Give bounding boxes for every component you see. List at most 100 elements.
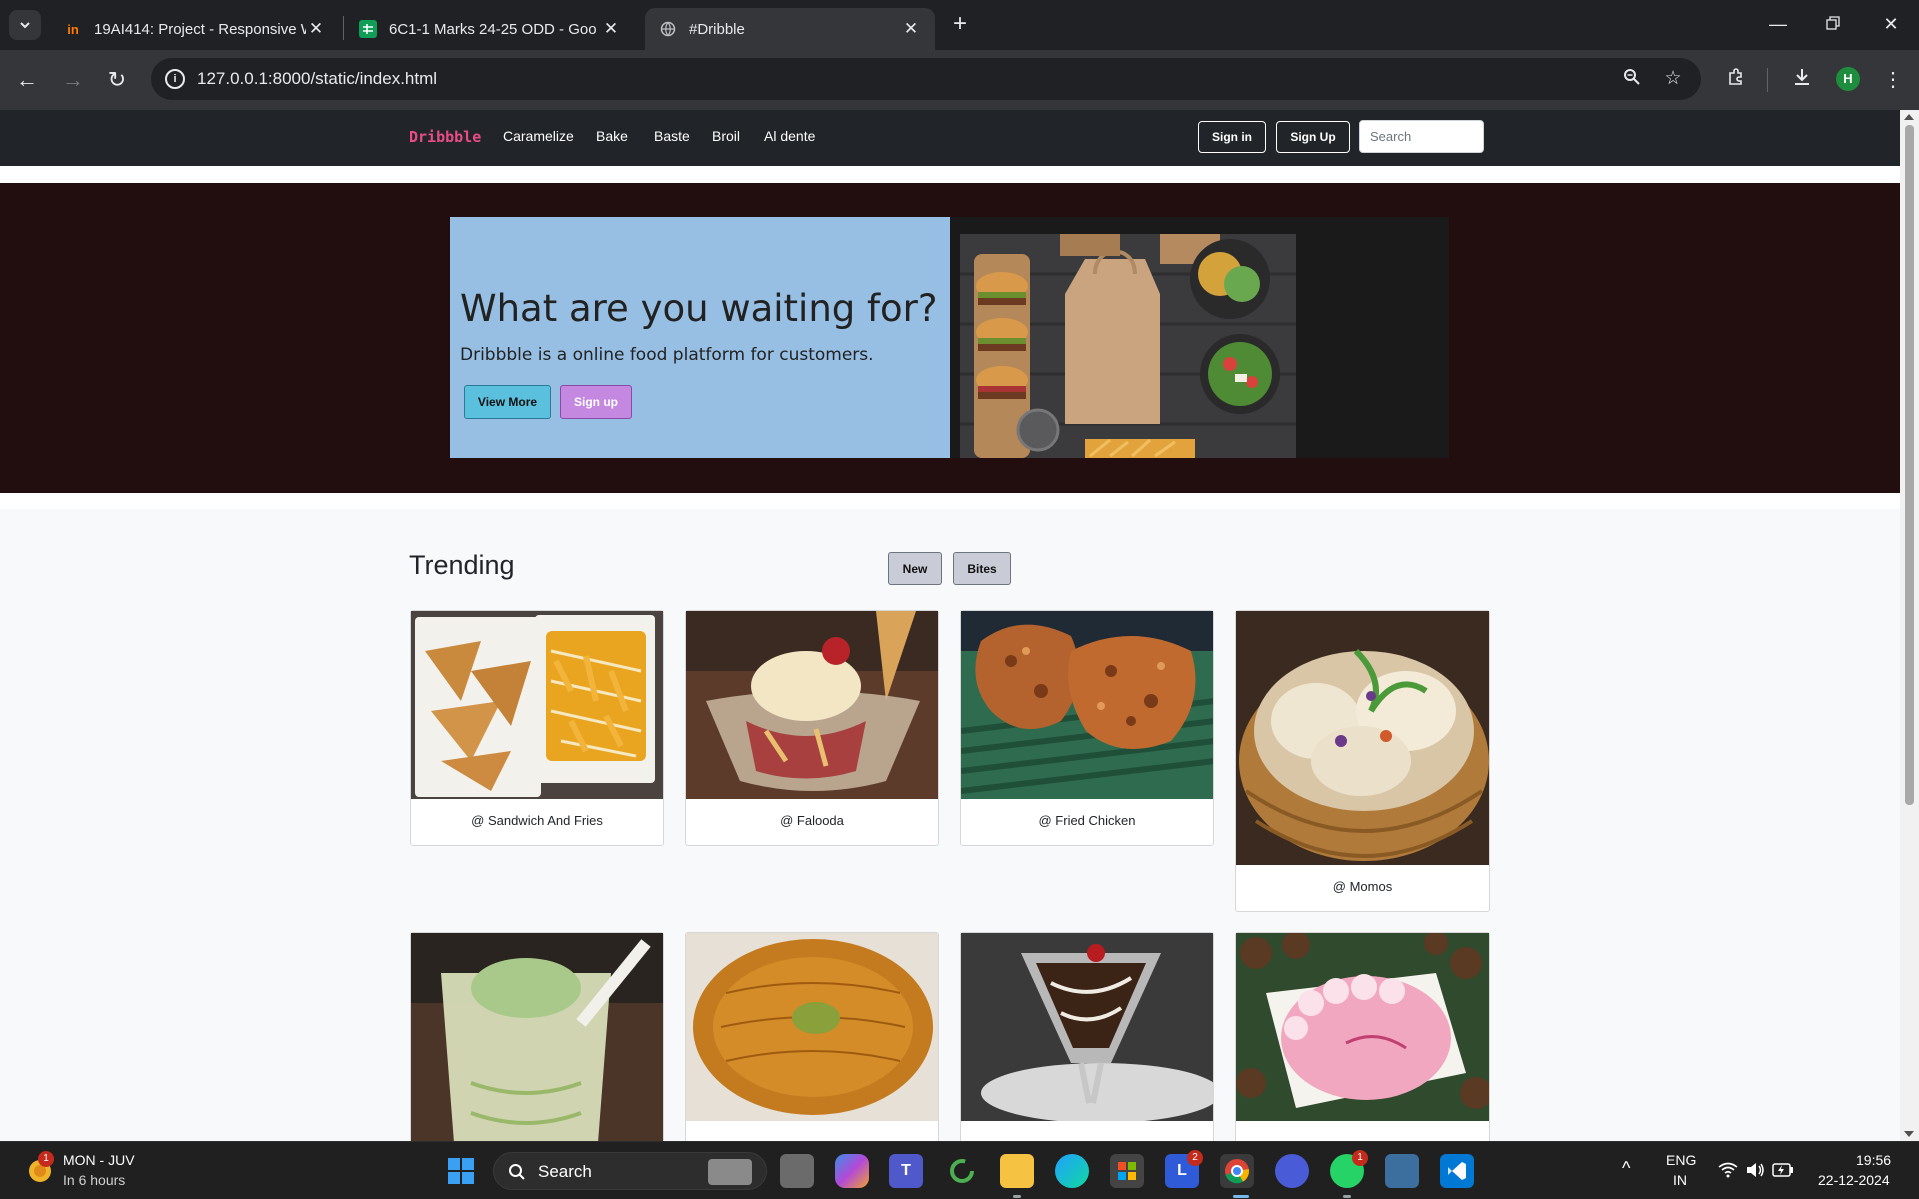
scroll-up-icon[interactable] [1904,114,1914,120]
reload-icon[interactable]: ↻ [104,67,130,93]
weather-subtitle[interactable]: In 6 hours [63,1172,125,1188]
url-text[interactable]: 127.0.0.1:8000/static/index.html [197,69,437,89]
menu-kebab-icon[interactable]: ⋮ [1880,67,1906,93]
momos-image [1236,611,1489,865]
taskbar-search-label: Search [538,1162,592,1181]
weather-badge: 1 [38,1151,54,1167]
tab-search-button[interactable] [9,10,41,40]
kunafa-image [686,933,938,1121]
sign-up-hero-button[interactable]: Sign up [560,385,632,419]
microsoft-store-icon[interactable] [1110,1154,1144,1188]
filter-new-button[interactable]: New [888,552,942,585]
food-card-falooda[interactable]: @ Falooda [685,610,939,846]
language-top[interactable]: ENG [1666,1152,1696,1168]
close-tab-icon[interactable]: ✕ [306,19,326,39]
terminal-icon[interactable] [1385,1154,1419,1188]
site-navbar: Dribbble Caramelize Bake Baste Broil Al … [0,110,1900,166]
copilot-icon[interactable] [835,1154,869,1188]
extensions-icon[interactable] [1723,67,1749,93]
filter-bites-button[interactable]: Bites [953,552,1011,585]
tab-dribble[interactable]: #Dribble ✕ [645,8,935,50]
sign-in-button[interactable]: Sign in [1198,121,1266,153]
tab-project[interactable]: in 19AI414: Project - Responsive W ✕ [50,8,340,50]
clock-date[interactable]: 22-12-2024 [1818,1172,1890,1188]
close-tab-icon[interactable]: ✕ [901,19,921,39]
new-tab-icon[interactable]: + [948,12,972,36]
bookmark-star-icon[interactable]: ☆ [1662,68,1684,90]
nav-link-baste[interactable]: Baste [654,128,690,144]
restore-icon[interactable] [1818,10,1848,38]
task-view-icon[interactable] [780,1154,814,1188]
food-card-kunafa[interactable] [685,932,939,1141]
teams-icon[interactable]: T [889,1154,923,1188]
clock-time[interactable]: 19:56 [1856,1152,1891,1168]
nav-link-bake[interactable]: Bake [596,128,628,144]
zoom-icon[interactable] [1621,68,1643,90]
refresh-circle-app-icon[interactable] [945,1154,979,1188]
tab-divider [343,16,344,40]
running-indicator [1013,1195,1021,1198]
file-explorer-icon[interactable] [1000,1154,1034,1188]
back-icon[interactable]: ← [14,67,40,93]
browser-toolbar: ← → ↻ i 127.0.0.1:8000/static/index.html… [0,50,1919,110]
food-card-fried-chicken[interactable]: @ Fried Chicken [960,610,1214,846]
hero-carousel: What are you waiting for? Dribbble is a … [450,217,1449,458]
chrome-icon[interactable] [1220,1154,1254,1188]
chocolate-sundae-image [961,933,1213,1121]
l-app-badge: 2 [1187,1150,1203,1166]
download-icon[interactable] [1789,67,1815,93]
card-caption: @ Momos [1332,879,1393,894]
close-window-icon[interactable]: ✕ [1876,10,1906,38]
nav-link-al-dente[interactable]: Al dente [764,128,815,144]
search-icon [509,1164,525,1180]
innovative-site-icon: in [67,21,79,37]
hero-food-image [960,234,1296,458]
wifi-icon[interactable] [1718,1162,1738,1183]
battery-icon[interactable] [1772,1163,1794,1182]
running-indicator [1343,1195,1351,1198]
vscode-icon[interactable] [1440,1154,1474,1188]
site-search-input[interactable] [1359,120,1484,153]
card-caption: @ Sandwich And Fries [471,813,603,828]
food-card-momos[interactable]: @ Momos [1235,610,1490,912]
taskbar-search[interactable]: Search [493,1152,767,1190]
minimize-icon[interactable]: — [1763,10,1793,38]
close-tab-icon[interactable]: ✕ [601,19,621,39]
edge-icon[interactable] [1055,1154,1089,1188]
view-more-button[interactable]: View More [464,385,551,419]
weather-title[interactable]: MON - JUV [63,1152,135,1168]
windows-taskbar: 1 MON - JUV In 6 hours Search T L 2 1 ^ … [0,1141,1919,1199]
scroll-down-icon[interactable] [1904,1131,1914,1137]
active-app-indicator [1233,1195,1249,1198]
sign-up-nav-button[interactable]: Sign Up [1276,121,1350,153]
forward-icon[interactable]: → [60,67,86,93]
scrollbar-thumb[interactable] [1905,125,1914,805]
site-info-icon[interactable]: i [165,69,185,89]
strawberry-cake-image [1236,933,1489,1121]
profile-avatar[interactable]: H [1836,67,1860,91]
volume-icon[interactable] [1745,1162,1765,1183]
sandwich-fries-image [411,611,663,799]
food-card-drink[interactable] [410,932,664,1141]
food-card-sandwich-fries[interactable]: @ Sandwich And Fries [410,610,664,846]
card-caption: @ Fried Chicken [1038,813,1136,828]
falooda-image [686,611,938,799]
nav-link-caramelize[interactable]: Caramelize [503,128,574,144]
weather-widget-icon[interactable]: 1 [26,1151,54,1185]
page-scrollbar[interactable] [1900,110,1919,1141]
brand-logo[interactable]: Dribbble [409,128,481,146]
tab-marks-sheet[interactable]: 6C1-1 Marks 24-25 ODD - Goo ✕ [345,8,635,50]
food-card-cake[interactable] [1235,932,1490,1141]
web-page: Dribbble Caramelize Bake Baste Broil Al … [0,110,1900,1141]
food-card-sundae[interactable] [960,932,1214,1141]
nav-link-broil[interactable]: Broil [712,128,740,144]
language-bottom[interactable]: IN [1673,1172,1687,1188]
trending-heading: Trending [409,550,515,580]
address-bar[interactable]: i 127.0.0.1:8000/static/index.html ☆ [151,58,1701,100]
hero-spacer [0,493,1900,509]
windows-start-icon[interactable] [444,1154,478,1188]
arc-app-icon[interactable] [1275,1154,1309,1188]
show-hidden-icons[interactable]: ^ [1622,1158,1630,1179]
whatsapp-badge: 1 [1352,1150,1368,1166]
hero-section: What are you waiting for? Dribbble is a … [0,183,1900,493]
